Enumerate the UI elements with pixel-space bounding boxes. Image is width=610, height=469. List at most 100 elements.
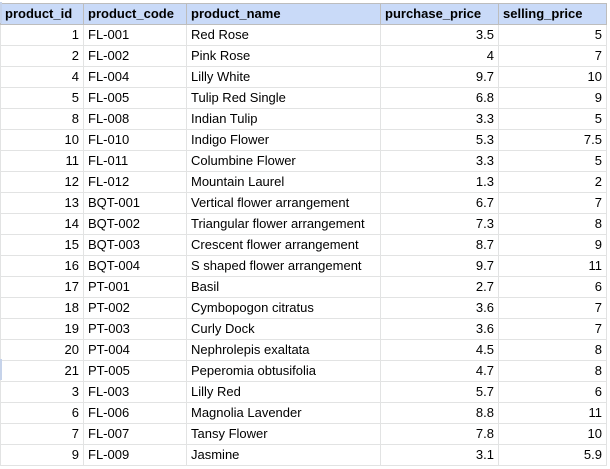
cell-product-code[interactable]: FL-002 — [83, 45, 187, 67]
cell-product-id[interactable]: 7 — [0, 423, 84, 445]
cell-selling-price[interactable]: 11 — [498, 255, 607, 277]
cell-product-name[interactable]: Pink Rose — [186, 45, 381, 67]
cell-purchase-price[interactable]: 4.5 — [380, 339, 499, 361]
cell-product-id[interactable]: 15 — [0, 234, 84, 256]
cell-product-name[interactable]: Peperomia obtusifolia — [186, 360, 381, 382]
cell-product-id[interactable]: 19 — [0, 318, 84, 340]
cell-purchase-price[interactable]: 4 — [380, 45, 499, 67]
cell-product-name[interactable]: Curly Dock — [186, 318, 381, 340]
cell-product-id[interactable]: 16 — [0, 255, 84, 277]
cell-purchase-price[interactable]: 3.3 — [380, 150, 499, 172]
cell-product-code[interactable]: PT-004 — [83, 339, 187, 361]
cell-product-name[interactable]: Cymbopogon citratus — [186, 297, 381, 319]
cell-selling-price[interactable]: 7 — [498, 45, 607, 67]
cell-purchase-price[interactable]: 3.1 — [380, 444, 499, 466]
cell-purchase-price[interactable]: 6.8 — [380, 87, 499, 109]
cell-product-name[interactable]: Triangular flower arrangement — [186, 213, 381, 235]
cell-product-code[interactable]: BQT-002 — [83, 213, 187, 235]
cell-product-id[interactable]: 5 — [0, 87, 84, 109]
cell-product-id[interactable]: 6 — [0, 402, 84, 424]
cell-product-code[interactable]: FL-011 — [83, 150, 187, 172]
cell-product-code[interactable]: PT-001 — [83, 276, 187, 298]
cell-purchase-price[interactable]: 7.3 — [380, 213, 499, 235]
cell-product-id[interactable]: 10 — [0, 129, 84, 151]
cell-selling-price[interactable]: 7 — [498, 192, 607, 214]
cell-selling-price[interactable]: 7 — [498, 318, 607, 340]
cell-selling-price[interactable]: 10 — [498, 66, 607, 88]
cell-product-name[interactable]: Basil — [186, 276, 381, 298]
cell-product-id[interactable]: 12 — [0, 171, 84, 193]
cell-product-name[interactable]: Tansy Flower — [186, 423, 381, 445]
cell-product-name[interactable]: Magnolia Lavender — [186, 402, 381, 424]
cell-product-id[interactable]: 21 — [0, 360, 84, 382]
cell-product-id[interactable]: 17 — [0, 276, 84, 298]
cell-selling-price[interactable]: 8 — [498, 339, 607, 361]
cell-selling-price[interactable]: 9 — [498, 87, 607, 109]
cell-selling-price[interactable]: 5 — [498, 108, 607, 130]
cell-purchase-price[interactable]: 6.7 — [380, 192, 499, 214]
cell-selling-price[interactable]: 8 — [498, 360, 607, 382]
cell-selling-price[interactable]: 5 — [498, 150, 607, 172]
cell-product-id[interactable]: 1 — [0, 24, 84, 46]
cell-purchase-price[interactable]: 9.7 — [380, 255, 499, 277]
cell-product-code[interactable]: PT-002 — [83, 297, 187, 319]
column-header-product-name[interactable]: product_name — [186, 3, 381, 25]
cell-product-code[interactable]: FL-007 — [83, 423, 187, 445]
cell-product-id[interactable]: 18 — [0, 297, 84, 319]
cell-product-name[interactable]: Lilly White — [186, 66, 381, 88]
cell-purchase-price[interactable]: 3.6 — [380, 318, 499, 340]
cell-selling-price[interactable]: 6 — [498, 381, 607, 403]
cell-product-code[interactable]: BQT-004 — [83, 255, 187, 277]
cell-product-id[interactable]: 4 — [0, 66, 84, 88]
cell-purchase-price[interactable]: 9.7 — [380, 66, 499, 88]
cell-product-name[interactable]: Vertical flower arrangement — [186, 192, 381, 214]
cell-product-name[interactable]: Crescent flower arrangement — [186, 234, 381, 256]
cell-purchase-price[interactable]: 4.7 — [380, 360, 499, 382]
cell-product-id[interactable]: 14 — [0, 213, 84, 235]
cell-product-code[interactable]: PT-003 — [83, 318, 187, 340]
cell-product-id[interactable]: 8 — [0, 108, 84, 130]
cell-product-code[interactable]: FL-009 — [83, 444, 187, 466]
cell-product-name[interactable]: Jasmine — [186, 444, 381, 466]
column-header-product-id[interactable]: product_id — [0, 3, 84, 25]
cell-product-name[interactable]: S shaped flower arrangement — [186, 255, 381, 277]
column-header-purchase-price[interactable]: purchase_price — [380, 3, 499, 25]
cell-purchase-price[interactable]: 2.7 — [380, 276, 499, 298]
cell-product-code[interactable]: BQT-001 — [83, 192, 187, 214]
cell-selling-price[interactable]: 7 — [498, 297, 607, 319]
cell-product-code[interactable]: FL-008 — [83, 108, 187, 130]
cell-purchase-price[interactable]: 3.5 — [380, 24, 499, 46]
cell-product-code[interactable]: FL-005 — [83, 87, 187, 109]
cell-purchase-price[interactable]: 1.3 — [380, 171, 499, 193]
cell-purchase-price[interactable]: 8.7 — [380, 234, 499, 256]
cell-product-name[interactable]: Red Rose — [186, 24, 381, 46]
cell-purchase-price[interactable]: 3.6 — [380, 297, 499, 319]
cell-selling-price[interactable]: 5 — [498, 24, 607, 46]
cell-product-id[interactable]: 13 — [0, 192, 84, 214]
cell-selling-price[interactable]: 8 — [498, 213, 607, 235]
cell-product-code[interactable]: PT-005 — [83, 360, 187, 382]
cell-product-name[interactable]: Tulip Red Single — [186, 87, 381, 109]
column-header-product-code[interactable]: product_code — [83, 3, 187, 25]
cell-product-name[interactable]: Nephrolepis exaltata — [186, 339, 381, 361]
cell-selling-price[interactable]: 10 — [498, 423, 607, 445]
cell-product-name[interactable]: Lilly Red — [186, 381, 381, 403]
cell-selling-price[interactable]: 2 — [498, 171, 607, 193]
cell-product-code[interactable]: FL-006 — [83, 402, 187, 424]
cell-product-code[interactable]: FL-001 — [83, 24, 187, 46]
cell-selling-price[interactable]: 5.9 — [498, 444, 607, 466]
cell-product-name[interactable]: Columbine Flower — [186, 150, 381, 172]
cell-selling-price[interactable]: 9 — [498, 234, 607, 256]
cell-purchase-price[interactable]: 7.8 — [380, 423, 499, 445]
cell-product-code[interactable]: BQT-003 — [83, 234, 187, 256]
cell-product-name[interactable]: Mountain Laurel — [186, 171, 381, 193]
cell-selling-price[interactable]: 6 — [498, 276, 607, 298]
cell-product-code[interactable]: FL-004 — [83, 66, 187, 88]
cell-product-name[interactable]: Indigo Flower — [186, 129, 381, 151]
cell-product-code[interactable]: FL-010 — [83, 129, 187, 151]
cell-product-id[interactable]: 11 — [0, 150, 84, 172]
cell-product-code[interactable]: FL-012 — [83, 171, 187, 193]
cell-selling-price[interactable]: 11 — [498, 402, 607, 424]
cell-product-id[interactable]: 3 — [0, 381, 84, 403]
cell-purchase-price[interactable]: 5.7 — [380, 381, 499, 403]
